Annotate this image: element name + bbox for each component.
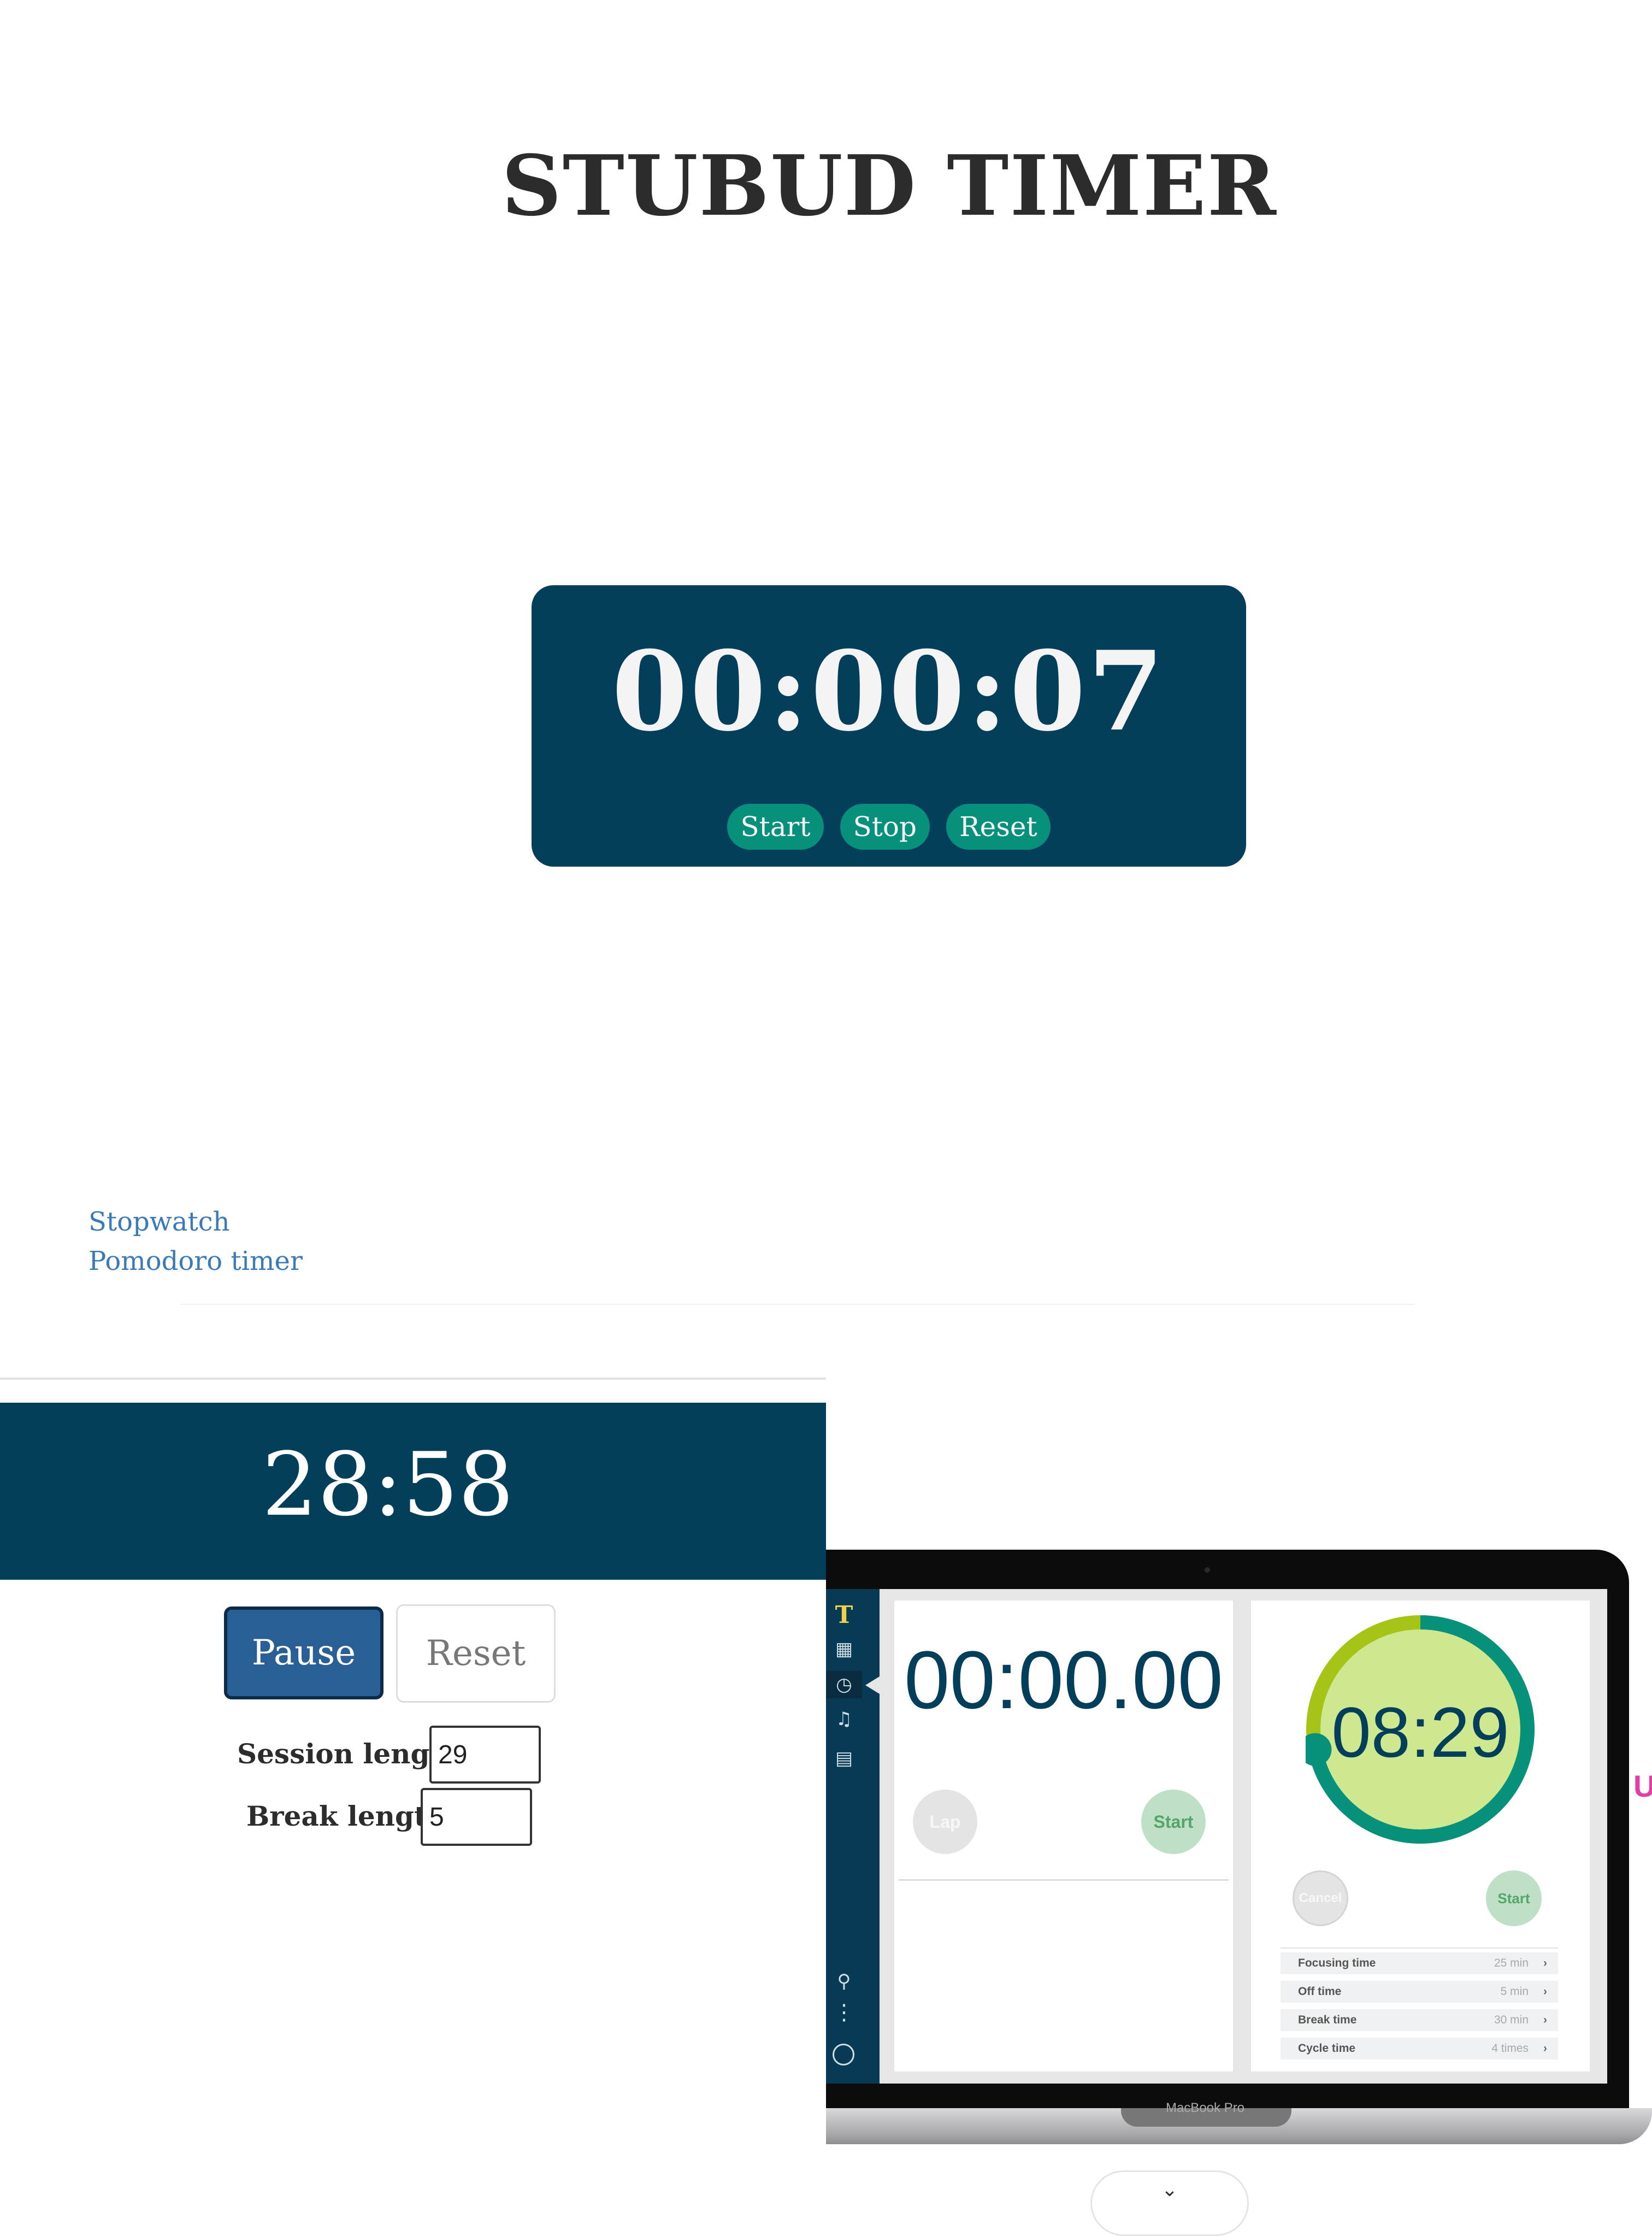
laptop-model-label: MacBook Pro xyxy=(1165,2100,1245,2115)
session-length-input[interactable] xyxy=(429,1726,541,1784)
settings-divider xyxy=(1281,1947,1558,1949)
search-icon[interactable]: ⚲ xyxy=(826,1970,862,1992)
timer-ring: 08:29 xyxy=(1299,1615,1535,1844)
stopwatch-card: 00:00:07 Start Stop Reset xyxy=(532,585,1246,867)
reset-button[interactable]: Reset xyxy=(946,804,1051,850)
laptop-timer-panel: 08:29 Cancel Start Focusing time 25 min … xyxy=(1251,1600,1590,2072)
grid-icon[interactable]: ▦ xyxy=(826,1638,862,1660)
start-button[interactable]: Start xyxy=(727,804,824,850)
more-dots-icon[interactable]: ⋮ xyxy=(826,2000,862,2025)
laptop-stopwatch-time: 00:00.00 xyxy=(904,1634,1223,1726)
music-note-icon[interactable]: ♫ xyxy=(826,1708,862,1730)
stopwatch-controls: Start Stop Reset xyxy=(532,804,1246,850)
setting-row-off[interactable]: Off time 5 min › xyxy=(1281,1981,1558,2003)
lap-button[interactable]: Lap xyxy=(913,1790,977,1854)
cancel-button[interactable]: Cancel xyxy=(1293,1870,1348,1926)
lap-divider xyxy=(899,1879,1229,1881)
pause-button[interactable]: Pause xyxy=(224,1607,384,1699)
setting-row-focusing[interactable]: Focusing time 25 min › xyxy=(1281,1952,1558,1974)
profile-icon[interactable] xyxy=(833,2044,854,2066)
laptop-start-button[interactable]: Start xyxy=(1141,1790,1206,1854)
nav-link-pomodoro[interactable]: Pomodoro timer xyxy=(88,1241,303,1281)
chevron-right-icon: › xyxy=(1543,1957,1547,1969)
setting-value: 30 min xyxy=(1494,2014,1529,2026)
active-indicator xyxy=(865,1676,880,1694)
setting-label: Cycle time xyxy=(1298,2042,1356,2055)
setting-label: Break time xyxy=(1298,2014,1357,2026)
chevron-down-icon: ⌄ xyxy=(1161,2179,1178,2201)
page-title: STUBUD TIMER xyxy=(502,137,1277,234)
pomodoro-time: 28:58 xyxy=(262,1433,514,1535)
setting-value: 25 min xyxy=(1494,1957,1529,1969)
stopwatch-display: 00:00:07 xyxy=(611,627,1166,756)
id-card-icon[interactable]: ▤ xyxy=(826,1747,862,1769)
break-length-input[interactable] xyxy=(421,1788,532,1846)
clock-icon[interactable]: ◷ xyxy=(826,1671,862,1698)
divider xyxy=(180,1304,1415,1305)
nav-links: Stopwatch Pomodoro timer xyxy=(88,1202,303,1281)
app-logo: T xyxy=(835,1601,853,1629)
nav-link-stopwatch[interactable]: Stopwatch xyxy=(88,1202,303,1241)
chevron-right-icon: › xyxy=(1543,2014,1547,2026)
setting-row-cycle[interactable]: Cycle time 4 times › xyxy=(1281,2038,1558,2060)
setting-value: 5 min xyxy=(1500,1985,1529,1998)
setting-value: 4 times xyxy=(1491,2042,1529,2055)
chevron-right-icon: › xyxy=(1543,2042,1547,2055)
stop-button[interactable]: Stop xyxy=(840,804,930,850)
laptop-sidebar: T ▦ ◷ ♫ ▤ ⚲ ⋮ xyxy=(826,1589,880,2084)
laptop-stopwatch-panel: 00:00.00 Lap Start xyxy=(894,1600,1233,2072)
camera-dot xyxy=(1205,1567,1210,1573)
timer-time: 08:29 xyxy=(1331,1692,1509,1772)
setting-label: Focusing time xyxy=(1298,1957,1376,1969)
edge-letter: U xyxy=(1633,1769,1652,1803)
pomodoro-reset-button[interactable]: Reset xyxy=(396,1604,556,1703)
timer-start-button[interactable]: Start xyxy=(1486,1870,1542,1926)
pomodoro-display-band: 28:58 xyxy=(0,1403,826,1580)
setting-row-break[interactable]: Break time 30 min › xyxy=(1281,2009,1558,2031)
setting-label: Off time xyxy=(1298,1985,1342,1998)
chevron-right-icon: › xyxy=(1543,1985,1547,1998)
scroll-down-tab[interactable]: ⌄ xyxy=(1090,2170,1249,2236)
section-divider xyxy=(0,1378,826,1380)
